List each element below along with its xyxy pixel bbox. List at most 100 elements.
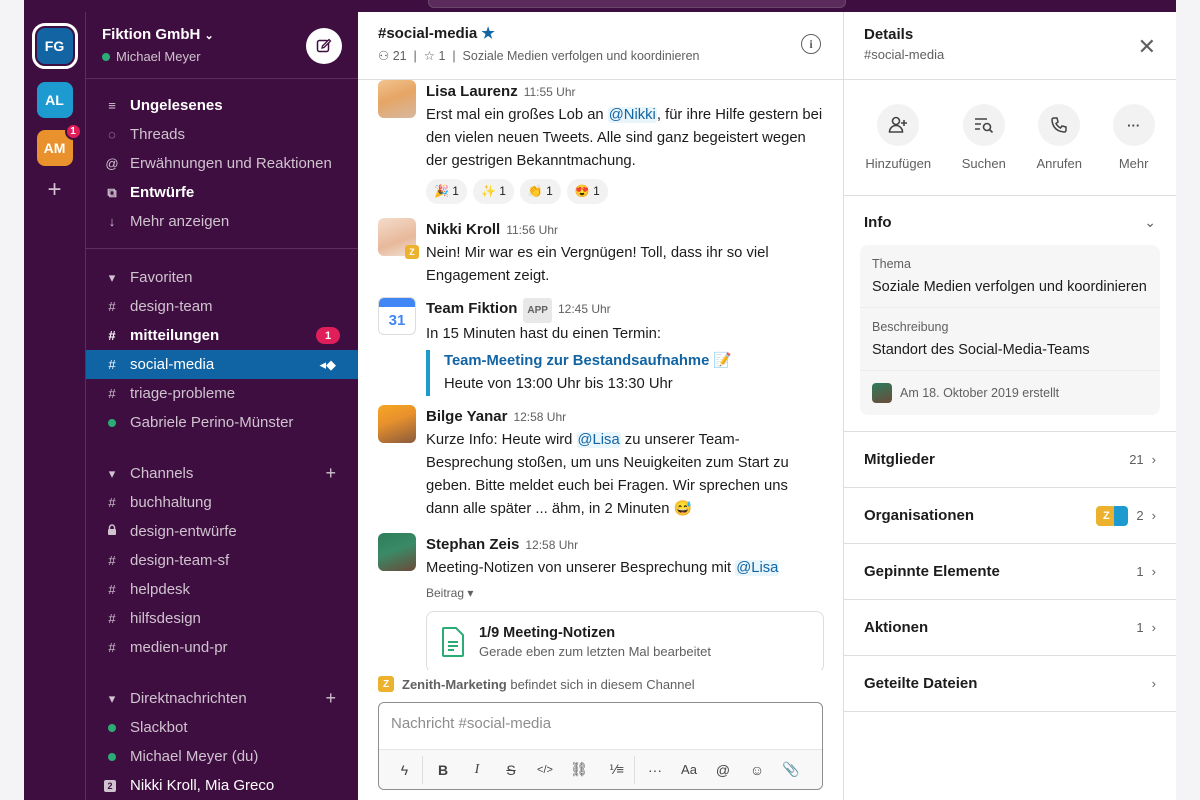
pin-count[interactable]: 1: [438, 49, 445, 63]
search-list-icon: [962, 104, 1005, 146]
close-icon[interactable]: ✕: [1138, 34, 1156, 60]
org-notice: Z Zenith-Marketing befindet sich in diese…: [358, 670, 843, 698]
pin-icon: ☆: [423, 49, 435, 63]
channels-header[interactable]: ▾ Channels +: [86, 459, 358, 488]
message-time[interactable]: 11:56 Uhr: [506, 219, 558, 242]
search-bar[interactable]: [428, 0, 846, 8]
workspace-fg[interactable]: FG: [31, 23, 78, 69]
attachment-icon[interactable]: 📎: [777, 756, 805, 784]
bold-icon[interactable]: B: [429, 756, 457, 784]
reaction-party[interactable]: 🎉 1: [426, 179, 467, 204]
sidebar-item-gabriele[interactable]: Gabriele Perino-Münster: [86, 408, 358, 437]
sidebar-item-design-team[interactable]: # design-team: [86, 292, 358, 321]
add-workspace-icon[interactable]: +: [47, 178, 61, 202]
add-button[interactable]: Hinzufügen: [865, 104, 931, 171]
info-toggle[interactable]: Info ⌄: [860, 208, 1160, 245]
channel-name: #social-media: [378, 25, 478, 42]
lightning-icon[interactable]: ϟ: [387, 755, 423, 784]
workspace-al[interactable]: AL: [36, 82, 73, 118]
reaction-sparkles[interactable]: ✨ 1: [472, 179, 514, 204]
sidebar-item-label: Ungelesenes: [130, 97, 223, 114]
avatar[interactable]: [378, 533, 416, 571]
sidebar-item-mitteilungen[interactable]: # mitteilungen 1: [86, 321, 358, 350]
add-channel-icon[interactable]: +: [325, 463, 336, 484]
description-block[interactable]: Beschreibung Standort des Social-Media-T…: [860, 308, 1160, 371]
mention-icon[interactable]: @: [709, 756, 737, 784]
hash-icon: #: [108, 299, 116, 314]
post-attachment[interactable]: 1/9 Meeting-Notizen Gerade eben zum letz…: [426, 611, 824, 670]
reaction-heart-eyes[interactable]: 😍 1: [566, 179, 608, 204]
call-button[interactable]: Anrufen: [1036, 104, 1082, 171]
code-icon[interactable]: </>: [531, 756, 559, 784]
hash-icon: #: [108, 386, 116, 401]
search-button[interactable]: Suchen: [962, 104, 1006, 171]
channel-title[interactable]: #social-media ★: [378, 24, 823, 42]
message-time[interactable]: 11:55 Uhr: [524, 81, 576, 104]
strikethrough-icon[interactable]: S: [497, 756, 525, 784]
calendar-icon[interactable]: 31: [378, 297, 416, 335]
top-bar: [24, 0, 1176, 12]
more-icon[interactable]: ···: [641, 756, 669, 784]
sender-name[interactable]: Stephan Zeis: [426, 533, 519, 556]
dm-header[interactable]: ▾ Direktnachrichten +: [86, 684, 358, 713]
pinned-row[interactable]: Gepinnte Elemente 1 ›: [844, 544, 1176, 600]
italic-icon[interactable]: I: [463, 756, 491, 784]
compose-button[interactable]: [306, 28, 342, 64]
list-icon[interactable]: ⅟≡: [599, 755, 635, 784]
sidebar-item-hilfsdesign[interactable]: # hilfsdesign: [86, 604, 358, 633]
topic-block[interactable]: Thema Soziale Medien verfolgen und koord…: [860, 245, 1160, 308]
sidebar-item-drafts[interactable]: ⧉ Entwürfe: [86, 178, 358, 207]
more-button[interactable]: ··· Mehr: [1112, 104, 1155, 171]
text-format-icon[interactable]: Aa: [675, 756, 703, 784]
message-time[interactable]: 12:58 Uhr: [525, 534, 578, 557]
members-row[interactable]: Mitglieder 21 ›: [844, 432, 1176, 488]
sidebar-item-mentions[interactable]: @ Erwähnungen und Reaktionen: [86, 149, 358, 178]
avatar[interactable]: Z: [378, 218, 419, 259]
sender-name[interactable]: Lisa Laurenz: [426, 80, 518, 103]
sidebar-item-threads[interactable]: ◌ Threads: [86, 120, 358, 149]
star-icon[interactable]: ★: [481, 25, 494, 42]
actions-row[interactable]: Aktionen 1 ›: [844, 600, 1176, 656]
sender-name[interactable]: Team Fiktion: [426, 297, 517, 320]
row-label: Aktionen: [864, 619, 929, 636]
message-time[interactable]: 12:58 Uhr: [513, 406, 566, 429]
member-count[interactable]: 21: [393, 49, 407, 63]
sidebar-item-group-dm[interactable]: 2 Nikki Kroll, Mia Greco: [86, 771, 358, 800]
chevron-right-icon: ›: [1151, 452, 1156, 467]
avatar[interactable]: [378, 80, 416, 118]
org-name[interactable]: Zenith-Marketing: [402, 677, 507, 692]
favorites-header[interactable]: ▾ Favoriten: [86, 263, 358, 292]
members-icon[interactable]: ⚇: [378, 49, 389, 63]
user-mention[interactable]: @Lisa: [576, 432, 621, 448]
sidebar-item-slackbot[interactable]: Slackbot: [86, 713, 358, 742]
organizations-row[interactable]: Organisationen Z 2 ›: [844, 488, 1176, 544]
sidebar-item-triage-probleme[interactable]: # triage-probleme: [86, 379, 358, 408]
workspace-am[interactable]: AM 1: [36, 123, 82, 166]
sidebar-item-helpdesk[interactable]: # helpdesk: [86, 575, 358, 604]
sidebar-item-design-team-sf[interactable]: # design-team-sf: [86, 546, 358, 575]
message-input[interactable]: [379, 703, 822, 744]
shared-files-row[interactable]: Geteilte Dateien ›: [844, 656, 1176, 712]
sender-name[interactable]: Nikki Kroll: [426, 218, 500, 241]
post-label[interactable]: Beitrag ▾: [426, 582, 824, 605]
reaction-clap[interactable]: 👏 1: [519, 179, 561, 204]
emoji-icon[interactable]: ☺: [743, 756, 771, 784]
sidebar-item-label: Mehr anzeigen: [130, 213, 230, 230]
add-dm-icon[interactable]: +: [325, 688, 336, 709]
sidebar-item-self[interactable]: Michael Meyer (du): [86, 742, 358, 771]
link-icon[interactable]: ⛓: [565, 756, 593, 784]
user-mention[interactable]: @Lisa: [735, 560, 780, 576]
sidebar-item-social-media[interactable]: # social-media ◂◆: [86, 350, 358, 379]
sidebar-item-buchhaltung[interactable]: # buchhaltung: [86, 488, 358, 517]
sidebar-item-medien-und-pr[interactable]: # medien-und-pr: [86, 633, 358, 662]
message-time[interactable]: 12:45 Uhr: [558, 298, 611, 321]
sender-name[interactable]: Bilge Yanar: [426, 405, 507, 428]
info-icon[interactable]: i: [801, 34, 821, 54]
sidebar-item-unread[interactable]: ≡ Ungelesenes: [86, 91, 358, 120]
sidebar-item-more[interactable]: ↓ Mehr anzeigen: [86, 207, 358, 236]
user-mention[interactable]: @Nikki: [607, 107, 657, 123]
sidebar-item-design-entwuerfe[interactable]: design-entwürfe: [86, 517, 358, 546]
event-link[interactable]: Team-Meeting zur Bestandsaufnahme 📝: [444, 350, 823, 373]
phone-icon: [1038, 104, 1081, 146]
avatar[interactable]: [378, 405, 416, 443]
